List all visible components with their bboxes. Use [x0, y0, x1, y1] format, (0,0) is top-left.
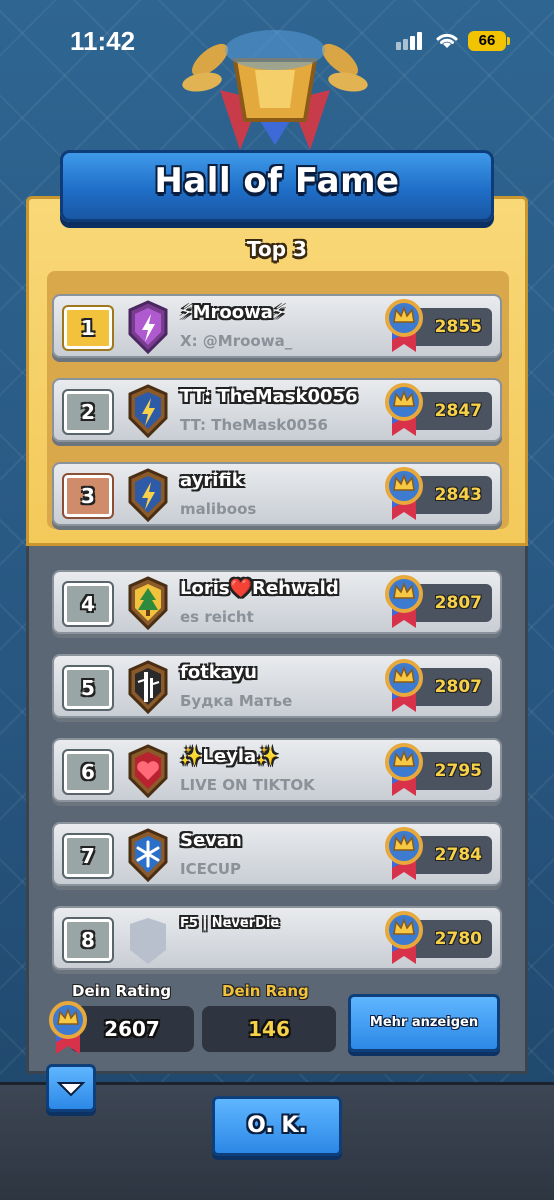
crown-trophy-icon: [385, 383, 423, 436]
clan-name: maliboos: [180, 500, 257, 518]
rank-number: 6: [64, 751, 112, 793]
clan-name: ICECUP: [180, 860, 242, 878]
ok-button[interactable]: O. K.: [212, 1096, 342, 1156]
player-name: ⚡Mroowa⚡: [180, 302, 286, 323]
empty-clan-badge-icon: [130, 918, 166, 964]
crown-trophy-icon: [385, 575, 423, 628]
rank-value: 146: [202, 1006, 336, 1052]
bamboo-clan-badge-icon: [128, 660, 168, 714]
leaderboard-row-8[interactable]: 8 F5 | NeverDie 2780: [52, 906, 502, 970]
crown-trophy-icon: [385, 743, 423, 796]
clan-name: es reicht: [180, 608, 254, 626]
crown-trophy-icon: [49, 1001, 87, 1054]
clan-name: X: @Mroowa_: [180, 332, 293, 350]
player-name: Loris❤️Rehwald: [180, 578, 339, 599]
rank-number: 4: [64, 583, 112, 625]
rank-number: 7: [64, 835, 112, 877]
wifi-icon: [436, 33, 458, 48]
rank-number: 2: [64, 391, 112, 433]
crown-trophy-icon: [385, 911, 423, 964]
leaderboard-row-7[interactable]: 7 Sevan ICECUP 2784: [52, 822, 502, 886]
signal-icon: [396, 32, 424, 54]
lightning-clan-badge-icon: [128, 468, 168, 522]
rating-value: 2607: [70, 1006, 194, 1052]
heart-clan-badge-icon: [128, 744, 168, 798]
leaderboard-row-6[interactable]: 6 ✨Leyla✨ LIVE ON TIKTOK 2795: [52, 738, 502, 802]
tree-clan-badge-icon: [128, 576, 168, 630]
lightning-clan-badge-icon: [128, 384, 168, 438]
player-name: fotkayu: [180, 662, 257, 683]
crown-trophy-icon: [385, 467, 423, 520]
battery-tip: [507, 37, 510, 45]
page-title: Hall of Fame: [154, 161, 400, 201]
rank-label: Dein Rang: [222, 982, 309, 1000]
collapse-button[interactable]: [46, 1064, 96, 1112]
player-name: F5 | NeverDie: [180, 916, 280, 931]
leaderboard-row-5[interactable]: 5 fotkayu Будка Матье 2807: [52, 654, 502, 718]
player-name: ✨Leyla✨: [180, 746, 279, 767]
rank-number: 1: [64, 307, 112, 349]
rank-number: 5: [64, 667, 112, 709]
title-banner: Hall of Fame: [60, 150, 494, 222]
rating-label: Dein Rating: [72, 982, 172, 1000]
show-more-button[interactable]: Mehr anzeigen: [348, 994, 500, 1052]
leaderboard-row-4[interactable]: 4 Loris❤️Rehwald es reicht 2807: [52, 570, 502, 634]
player-name: TT: TheMask0056: [180, 386, 358, 407]
clan-name: LIVE ON TIKTOK: [180, 776, 315, 794]
leaderboard-row-1[interactable]: 1 ⚡Mroowa⚡ X: @Mroowa_ 2855: [52, 294, 502, 358]
rank-number: 3: [64, 475, 112, 517]
rank-number: 8: [64, 919, 112, 961]
status-time: 11:42: [70, 26, 136, 56]
crown-trophy-icon: [385, 659, 423, 712]
top3-label: Top 3: [247, 237, 307, 261]
trophy-laurel-icon: [182, 30, 368, 150]
player-name: ayrifik: [180, 470, 244, 491]
player-name: Sevan: [180, 830, 242, 851]
leaderboard-row-3[interactable]: 3 ayrifik maliboos 2843: [52, 462, 502, 526]
clan-name: TT: TheMask0056: [180, 416, 328, 434]
leaderboard-row-2[interactable]: 2 TT: TheMask0056 TT: TheMask0056 2847: [52, 378, 502, 442]
chevron-down-icon: [56, 1082, 86, 1097]
crown-trophy-icon: [385, 827, 423, 880]
lightning-clan-badge-icon: [128, 300, 168, 354]
snowflake-clan-badge-icon: [128, 828, 168, 882]
crown-trophy-icon: [385, 299, 423, 352]
clan-name: Будка Матье: [180, 692, 293, 710]
battery-indicator: 66: [468, 31, 506, 51]
